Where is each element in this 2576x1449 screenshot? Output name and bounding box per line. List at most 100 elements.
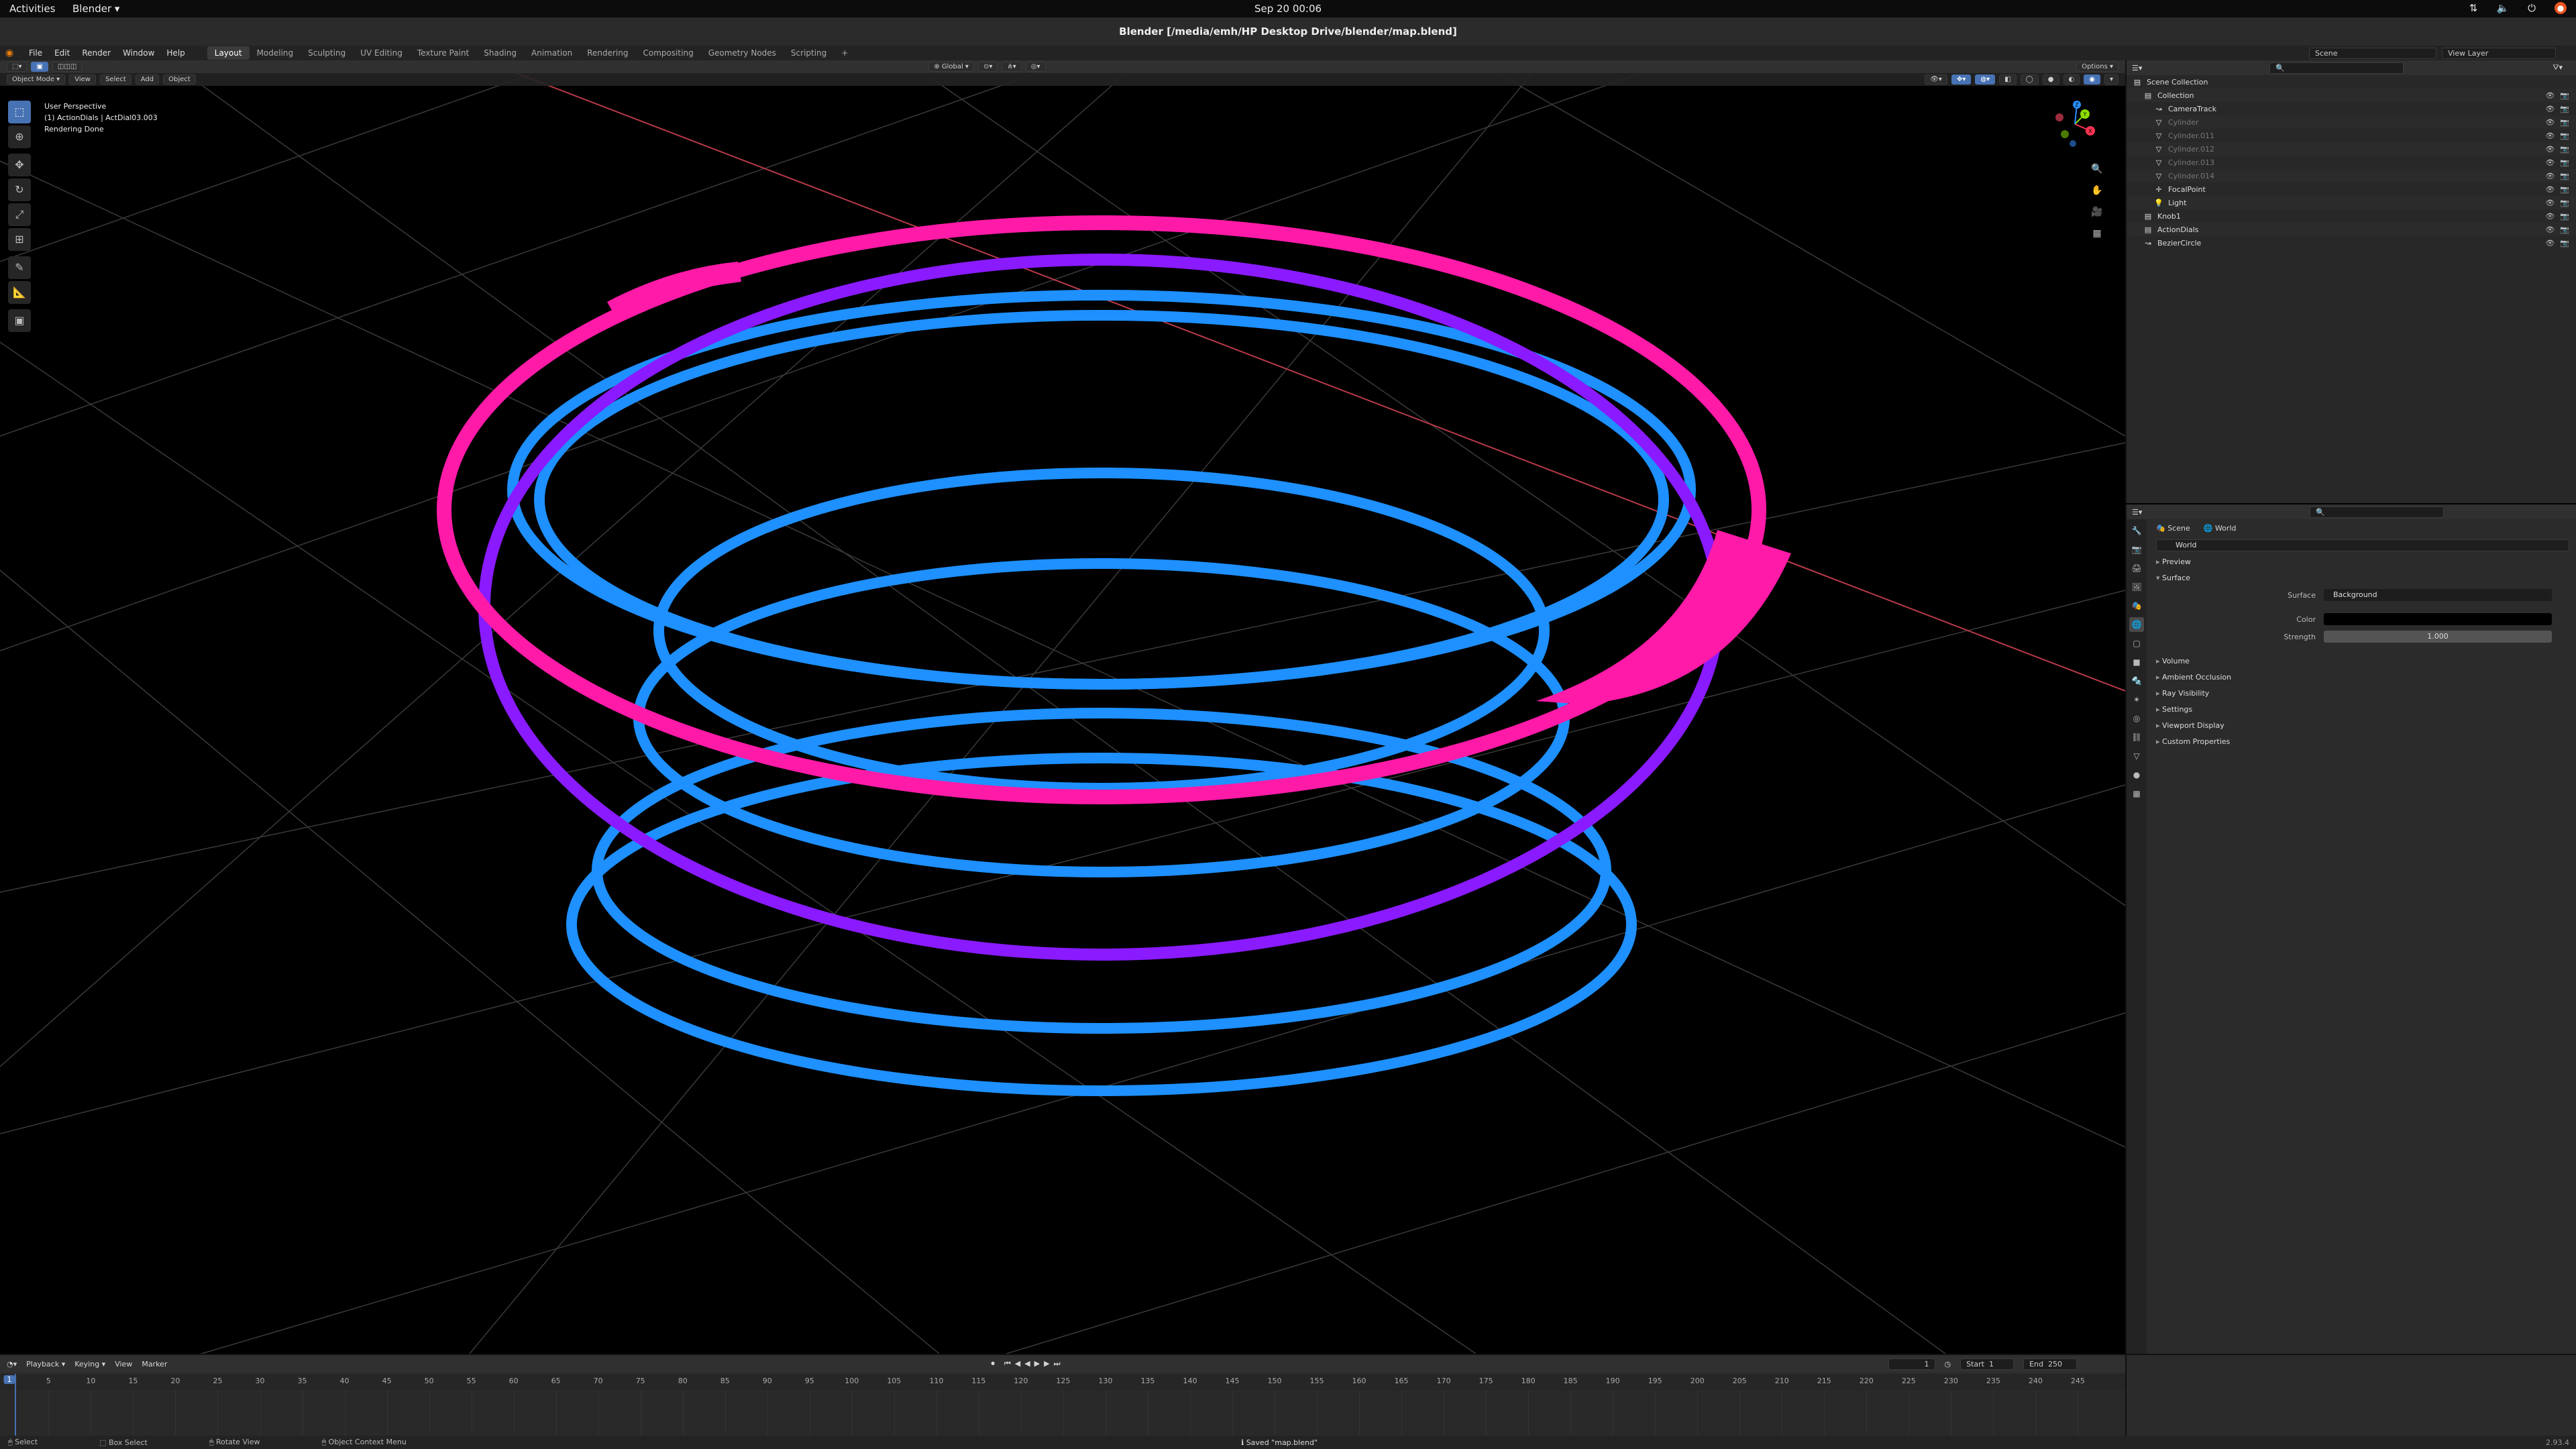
view-layer-tab-icon[interactable]: 🖼 xyxy=(2129,580,2144,594)
tool-tab-icon[interactable]: 🔧 xyxy=(2129,523,2144,538)
physics-tab-icon[interactable]: ◎ xyxy=(2129,711,2144,726)
timeline-editor-type-icon[interactable]: ◔▾ xyxy=(7,1360,17,1368)
workspace-tab-animation[interactable]: Animation xyxy=(524,46,580,60)
view-layer-selector[interactable]: View Layer xyxy=(2442,47,2556,59)
menu-file[interactable]: File xyxy=(23,48,48,58)
measure-tool-icon[interactable]: 📐 xyxy=(8,281,31,304)
visibility-icon[interactable]: 👁▾ xyxy=(1925,74,1947,85)
blender-logo-icon[interactable]: ◉ xyxy=(5,48,20,58)
workspace-tab-uv-editing[interactable]: UV Editing xyxy=(353,46,410,60)
transform-tool-icon[interactable]: ⊞ xyxy=(8,228,31,251)
camera-render-icon[interactable]: 📷 xyxy=(2560,105,2569,113)
constraints-tab-icon[interactable]: ⛓ xyxy=(2129,730,2144,745)
section-ray-visibility[interactable]: Ray Visibility xyxy=(2149,686,2576,702)
rotate-tool-icon[interactable]: ↻ xyxy=(8,178,31,201)
color-swatch[interactable] xyxy=(2324,613,2552,625)
menu-window[interactable]: Window xyxy=(117,48,160,58)
section-volume[interactable]: Volume xyxy=(2149,653,2576,669)
end-frame-field[interactable]: End 250 xyxy=(2023,1358,2078,1370)
camera-render-icon[interactable]: 📷 xyxy=(2560,239,2569,248)
eye-icon[interactable]: 👁 xyxy=(2545,185,2555,194)
camera-render-icon[interactable]: 📷 xyxy=(2560,131,2569,140)
camera-render-icon[interactable]: 📷 xyxy=(2560,199,2569,207)
move-tool-icon[interactable]: ✥ xyxy=(8,154,31,176)
add-menu[interactable]: Add xyxy=(135,74,160,85)
collection-tab-icon[interactable]: ▢ xyxy=(2129,636,2144,651)
tree-row-cylinder-012[interactable]: ▽ Cylinder.012 👁 📷 xyxy=(2127,142,2576,156)
eye-icon[interactable]: 👁 xyxy=(2545,225,2555,234)
world-datablock-field[interactable]: World xyxy=(2156,539,2569,551)
eye-icon[interactable]: 👁 xyxy=(2545,239,2555,248)
tree-row-actiondials[interactable]: ▤ ActionDials 👁 📷 xyxy=(2127,223,2576,236)
workspace-tab-scripting[interactable]: Scripting xyxy=(784,46,834,60)
camera-render-icon[interactable]: 📷 xyxy=(2560,145,2569,154)
section-surface[interactable]: Surface xyxy=(2149,570,2576,586)
proportional-edit-button[interactable]: ◎▾ xyxy=(1025,62,1046,72)
select-box-mode-icon[interactable]: ◫◫◫ xyxy=(52,62,83,72)
visibility-toggles[interactable]: 👁 📷 xyxy=(2545,91,2569,100)
tree-row-focalpoint[interactable]: ✛ FocalPoint 👁 📷 xyxy=(2127,182,2576,196)
eye-icon[interactable]: 👁 xyxy=(2545,172,2555,180)
tree-row-light[interactable]: 💡 Light 👁 📷 xyxy=(2127,196,2576,209)
add-workspace-button[interactable]: + xyxy=(834,46,855,60)
navigation-gizmo[interactable]: X Y Z xyxy=(2051,101,2098,148)
visibility-toggles[interactable]: 👁 📷 xyxy=(2545,239,2569,248)
camera-render-icon[interactable]: 📷 xyxy=(2560,118,2569,127)
visibility-toggles[interactable]: 👁 📷 xyxy=(2545,212,2569,221)
object-mode-dropdown[interactable]: Object Mode ▾ xyxy=(7,74,66,85)
menu-edit[interactable]: Edit xyxy=(48,48,76,58)
eye-icon[interactable]: 👁 xyxy=(2545,105,2555,113)
surface-shader-field[interactable]: Background xyxy=(2324,589,2552,601)
render-tab-icon[interactable]: 📷 xyxy=(2129,542,2144,557)
visibility-toggles[interactable]: 👁 📷 xyxy=(2545,158,2569,167)
camera-view-icon[interactable]: 🎥 xyxy=(2088,203,2106,221)
3d-viewport[interactable]: ⬚▾ ▣ ◫◫◫ ⊕ Global ▾ ⊙▾ ⋔▾ ◎▾ Options ▾ O… xyxy=(0,60,2125,1354)
playback-menu[interactable]: Playback ▾ xyxy=(26,1360,65,1368)
visibility-toggles[interactable]: 👁 📷 xyxy=(2545,225,2569,234)
cursor-tool-icon[interactable]: ⊕ xyxy=(8,125,31,148)
properties-search-input[interactable]: 🔍 xyxy=(2310,506,2445,518)
camera-render-icon[interactable]: 📷 xyxy=(2560,225,2569,234)
timeline[interactable]: ◔▾ Playback ▾ Keying ▾ View Marker ⏺ ⏮◀◀… xyxy=(0,1354,2125,1437)
workspace-tab-shading[interactable]: Shading xyxy=(476,46,524,60)
camera-render-icon[interactable]: 📷 xyxy=(2560,212,2569,221)
tree-row-cameratrack[interactable]: ↝ CameraTrack 👁 📷 xyxy=(2127,102,2576,115)
scale-tool-icon[interactable]: ⤢ xyxy=(8,203,31,226)
workspace-tab-geometry-nodes[interactable]: Geometry Nodes xyxy=(701,46,784,60)
pivot-point-button[interactable]: ⊙▾ xyxy=(977,62,998,72)
world-tab-icon[interactable]: 🌐 xyxy=(2129,617,2144,632)
workspace-tab-rendering[interactable]: Rendering xyxy=(580,46,635,60)
keying-menu[interactable]: Keying ▾ xyxy=(74,1360,105,1368)
menu-render[interactable]: Render xyxy=(76,48,117,58)
viewport-scene[interactable] xyxy=(0,60,2125,1354)
workspace-tab-layout[interactable]: Layout xyxy=(207,46,250,60)
marker-menu[interactable]: Marker xyxy=(142,1360,167,1368)
outliner[interactable]: ☰▾ 🔍 ⛛▾ ▤ Scene Collection ▤ Collection 👁 📷… xyxy=(2125,60,2576,503)
pan-hand-icon[interactable]: ✋ xyxy=(2088,181,2106,200)
tree-row-cylinder[interactable]: ▽ Cylinder 👁 📷 xyxy=(2127,115,2576,129)
object-tab-icon[interactable]: ■ xyxy=(2129,655,2144,669)
ortho-grid-icon[interactable]: ▦ xyxy=(2088,224,2106,243)
eye-icon[interactable]: 👁 xyxy=(2545,199,2555,207)
camera-render-icon[interactable]: 📷 xyxy=(2560,158,2569,167)
options-dropdown[interactable]: Options ▾ xyxy=(2076,62,2118,72)
add-cube-tool-icon[interactable]: ▣ xyxy=(8,309,31,332)
xray-toggle-icon[interactable]: ◧ xyxy=(1999,74,2017,85)
record-icon[interactable]: ⏺ xyxy=(991,1359,995,1368)
visibility-toggles[interactable]: 👁 📷 xyxy=(2545,118,2569,127)
properties-editor-type-icon[interactable]: ☰▾ xyxy=(2132,508,2142,517)
shading-wireframe-icon[interactable]: ◯ xyxy=(2020,74,2039,85)
tree-row-cylinder-011[interactable]: ▽ Cylinder.011 👁 📷 xyxy=(2127,129,2576,142)
camera-render-icon[interactable]: 📷 xyxy=(2560,172,2569,180)
properties-editor[interactable]: ☰▾ 🔍 🔧 📷 🖨 🖼 🎭 🌐 ▢ ■ 🔩 ✶ ◎ ⛓ ▽ ● ▩ 🎭 Sce… xyxy=(2125,504,2576,1354)
strength-slider[interactable]: 1.000 xyxy=(2324,631,2552,643)
clock[interactable]: Sep 20 00:06 xyxy=(0,3,2576,15)
camera-render-icon[interactable]: 📷 xyxy=(2560,185,2569,194)
section-custom-properties[interactable]: Custom Properties xyxy=(2149,734,2576,750)
shading-rendered-icon[interactable]: ◉ xyxy=(2084,74,2100,85)
current-frame-marker[interactable]: 1 xyxy=(3,1375,15,1384)
select-menu[interactable]: Select xyxy=(99,74,131,85)
section-viewport-display[interactable]: Viewport Display xyxy=(2149,718,2576,734)
visibility-toggles[interactable]: 👁 📷 xyxy=(2545,172,2569,180)
visibility-toggles[interactable]: 👁 📷 xyxy=(2545,105,2569,113)
